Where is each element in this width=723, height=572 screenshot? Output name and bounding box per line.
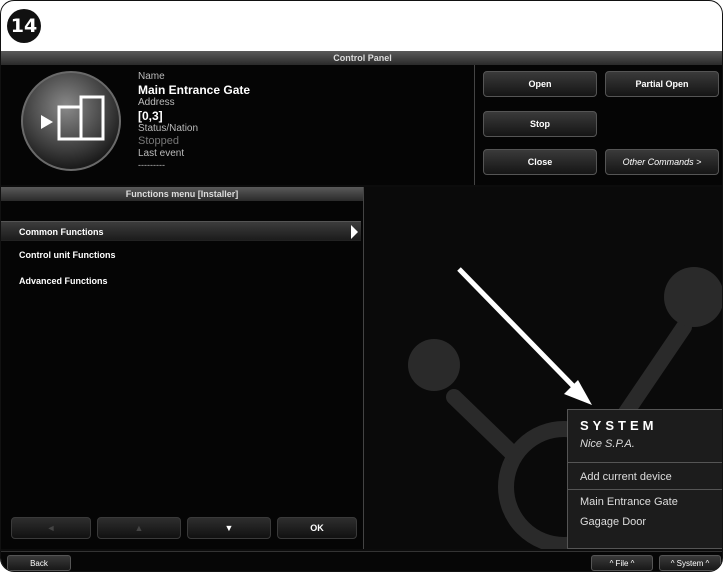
menu-item-control-unit-functions[interactable]: Control unit Functions	[1, 245, 361, 265]
name-label: Name	[138, 71, 165, 82]
stop-button[interactable]: Stop	[483, 111, 597, 137]
open-button[interactable]: Open	[483, 71, 597, 97]
gate-device-icon	[21, 71, 121, 171]
last-event-label: Last event	[138, 148, 185, 159]
device-item-gagage-door[interactable]: Gagage Door	[568, 512, 722, 532]
status-label: Status/Nation	[138, 123, 199, 134]
device-header: Name Main Entrance Gate Address [0,3] St…	[1, 65, 722, 185]
system-menu-company: Nice S.P.A.	[568, 432, 722, 463]
menu-item-label: Common Functions	[19, 227, 104, 237]
device-status: Stopped	[138, 135, 179, 147]
back-button[interactable]: Back	[7, 555, 71, 571]
device-name: Main Entrance Gate	[138, 83, 251, 97]
bottom-bar: Back ^ File ^ ^ System ^	[1, 551, 722, 571]
last-event-value: ---------	[138, 160, 165, 170]
address-label: Address	[138, 97, 175, 108]
menu-item-advanced-functions[interactable]: Advanced Functions	[1, 271, 361, 291]
menu-separator	[568, 489, 722, 490]
nav-down-button[interactable]: ▼	[187, 517, 271, 539]
nav-left-button[interactable]: ◄	[11, 517, 91, 539]
ok-button[interactable]: OK	[277, 517, 357, 539]
add-current-device-item[interactable]: Add current device	[568, 467, 722, 487]
system-menu-button[interactable]: ^ System ^	[659, 555, 721, 571]
device-address: [0,3]	[138, 109, 163, 123]
file-menu-button[interactable]: ^ File ^	[591, 555, 653, 571]
menu-item-common-functions[interactable]: Common Functions	[1, 221, 361, 241]
functions-menu-title: Functions menu [Installer]	[1, 187, 363, 201]
functions-menu-panel: Functions menu [Installer] Common Functi…	[1, 187, 364, 549]
system-menu-title: SYSTEM	[580, 418, 658, 433]
menu-item-label: Control unit Functions	[19, 250, 116, 260]
device-info: Name Main Entrance Gate Address [0,3] St…	[138, 71, 250, 170]
partial-open-button[interactable]: Partial Open	[605, 71, 719, 97]
device-item-main-entrance-gate[interactable]: Main Entrance Gate	[568, 492, 722, 512]
window-title: Control Panel	[1, 51, 722, 65]
menu-item-label: Advanced Functions	[19, 276, 108, 286]
other-commands-button[interactable]: Other Commands >	[605, 149, 719, 175]
chevron-right-icon	[351, 225, 358, 239]
step-number-badge: 14	[7, 9, 41, 43]
close-button[interactable]: Close	[483, 149, 597, 175]
header-divider	[474, 65, 475, 185]
figure-frame: 14 Control Panel Name Main Entrance Gate…	[0, 0, 723, 572]
nav-up-button[interactable]: ▲	[97, 517, 181, 539]
system-menu-popup: SYSTEM Nice S.P.A. Add current device Ma…	[567, 409, 722, 549]
